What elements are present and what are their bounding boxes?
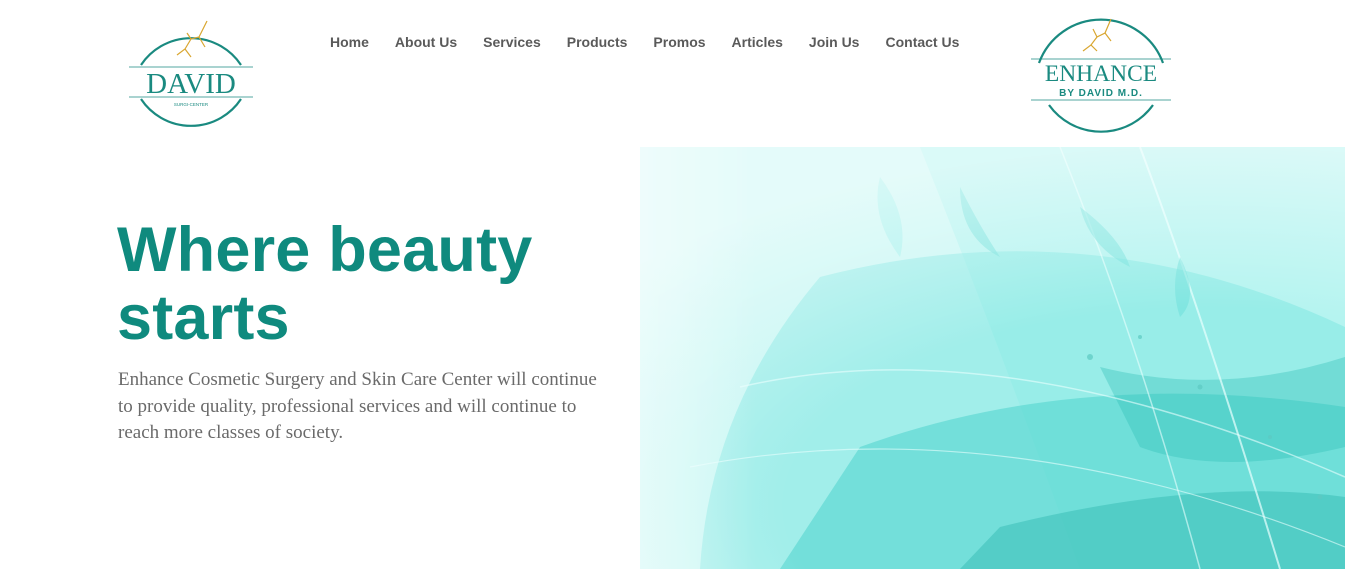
nav-services[interactable]: Services [470, 30, 554, 54]
main-nav: Home About Us Services Products Promos A… [317, 30, 972, 54]
hero-description: Enhance Cosmetic Surgery and Skin Care C… [118, 369, 597, 443]
nav-products[interactable]: Products [554, 30, 641, 54]
hero-title: Where beauty starts [117, 216, 637, 352]
nav-about-us[interactable]: About Us [382, 30, 470, 54]
logo-david-name: DAVID [146, 68, 236, 100]
logo-david-tagline: SURGI-CENTER [174, 102, 209, 107]
hero-petal-background [440, 147, 1345, 569]
logo-enhance-name: ENHANCE [1045, 61, 1157, 87]
nav-join-us[interactable]: Join Us [796, 30, 873, 54]
nav-promos[interactable]: Promos [640, 30, 718, 54]
hero-title-line-2: starts [117, 283, 290, 353]
enhance-by-david-logo[interactable]: ENHANCE BY DAVID M.D. [1031, 7, 1171, 139]
nav-contact-us[interactable]: Contact Us [872, 30, 972, 54]
crack-icon [1082, 18, 1112, 52]
nav-home[interactable]: Home [317, 30, 382, 54]
logo-enhance-tagline: BY DAVID M.D. [1059, 88, 1143, 99]
nav-articles[interactable]: Articles [719, 30, 796, 54]
page: DAVID SURGI-CENTER Home About Us Service… [0, 0, 1345, 569]
hero-title-line-1: Where beauty [117, 215, 533, 285]
david-surgi-center-logo[interactable]: DAVID SURGI-CENTER [127, 7, 255, 139]
